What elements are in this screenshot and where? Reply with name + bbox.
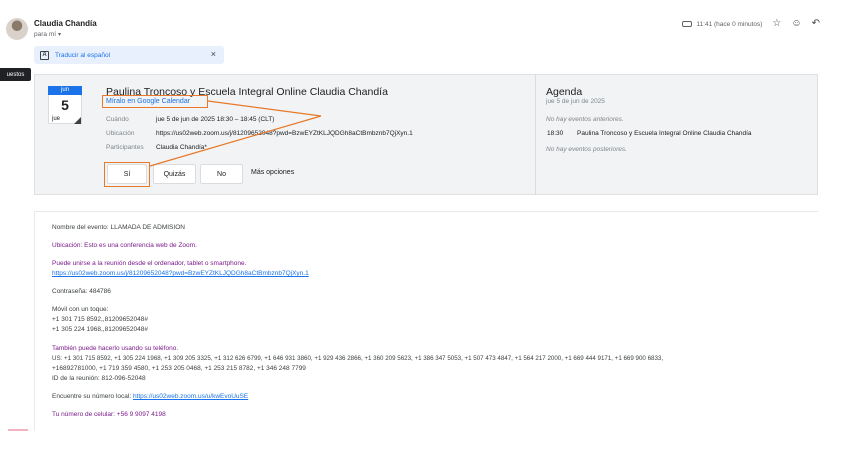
when-label: Cuándo <box>106 116 129 123</box>
reply-icon[interactable]: ↶ <box>812 19 820 29</box>
label-icon <box>682 21 693 27</box>
meeting-id: ID de la reunión: 812-096-52048 <box>52 375 146 382</box>
rsvp-maybe-button[interactable]: Quizás <box>153 164 196 184</box>
timestamp: 11:41 (hace 0 minutos) <box>682 21 762 28</box>
recipients-label: para mí <box>34 31 57 38</box>
more-options-link[interactable]: Más opciones <box>251 169 294 176</box>
agenda-no-next: No hay eventos posteriores. <box>546 146 627 153</box>
translate-link[interactable]: Traducir al español <box>55 52 110 59</box>
phone-numbers-1: US: +1 301 715 8592, +1 305 224 1968, +1… <box>52 355 664 362</box>
date-month: jun <box>48 86 82 95</box>
star-icon[interactable]: ☆ <box>772 19 781 29</box>
local-number-label: Encuentre su número local: <box>52 393 133 400</box>
participants-value: Claudia Chandía* <box>156 144 207 151</box>
scroll-marker <box>8 429 28 431</box>
close-icon[interactable]: × <box>211 49 216 59</box>
password-line: Contraseña: 484786 <box>52 288 111 295</box>
local-number-link[interactable]: https://us02web.zoom.us/u/kwEvoUuSE <box>133 393 248 400</box>
cell-number: Tu número de celular: +56 9 9097 4198 <box>52 411 166 418</box>
where-value[interactable]: https://us02web.zoom.us/j/81209652048?pw… <box>156 130 413 137</box>
avatar[interactable] <box>6 18 28 40</box>
timestamp-text: 11:41 (hace 0 minutos) <box>696 20 763 28</box>
location-note: Ubicación: Esto es una conferencia web d… <box>52 242 197 249</box>
mobile-number-1: +1 301 715 8592,,81209652048# <box>52 316 148 323</box>
participants-label: Participantes <box>106 144 144 151</box>
agenda-event-time: 18:30 <box>547 130 564 137</box>
annotation-box-calendar <box>102 95 208 108</box>
date-weekday: jue <box>52 116 61 122</box>
side-tab[interactable]: uestos <box>0 68 31 81</box>
rsvp-no-button[interactable]: No <box>200 164 243 184</box>
when-value: jue 5 de jun de 2025 18:30 – 18:45 (CLT) <box>156 116 275 123</box>
agenda-no-previous: No hay eventos anteriores. <box>546 116 624 123</box>
caret-down-icon: ▾ <box>58 32 62 38</box>
agenda-event-title: Paulina Troncoso y Escuela Integral Onli… <box>577 130 752 137</box>
rsvp-yes-button[interactable]: Sí <box>107 164 147 184</box>
sender-name: Claudia Chandía <box>34 19 97 28</box>
phone-numbers-2: +16892781000, +1 719 359 4580, +1 253 20… <box>52 365 306 372</box>
translate-bar: A Traducir al español × <box>34 46 224 64</box>
mobile-number-2: +1 305 224 1968,,81209652048# <box>52 326 148 333</box>
agenda-title: Agenda <box>546 86 583 98</box>
event-name-line: Nombre del evento: LLAMADA DE ADMISION <box>52 224 185 231</box>
local-number-line: Encuentre su número local: https://us02w… <box>52 393 248 400</box>
recipients-dropdown[interactable]: para mí ▾ <box>34 31 61 38</box>
join-link[interactable]: https://us02web.zoom.us/j/81209652048?pw… <box>52 270 309 277</box>
header-actions: 11:41 (hace 0 minutos) ☆ ☺ ↶ <box>682 19 820 29</box>
agenda-date: jue 5 de jun de 2025 <box>546 98 605 105</box>
emoji-icon[interactable]: ☺ <box>791 19 801 29</box>
mobile-title: Móvil con un toque: <box>52 306 109 313</box>
phone-title: También puede hacerlo usando su teléfono… <box>52 345 179 352</box>
agenda-divider <box>535 74 536 195</box>
where-label: Ubicación <box>106 130 135 137</box>
date-day: 5 <box>61 97 69 113</box>
join-note: Puede unirse a la reunión desde el orden… <box>52 260 247 267</box>
translate-icon: A <box>40 50 49 60</box>
page-fold-icon <box>74 117 81 124</box>
